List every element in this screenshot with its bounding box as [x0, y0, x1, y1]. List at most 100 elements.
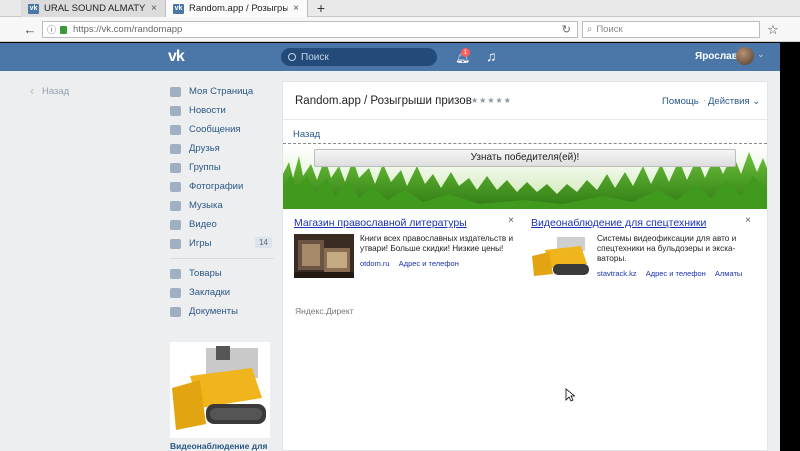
browser-search-input[interactable]: ⌕ Поиск [582, 21, 760, 38]
actions-label: Действия [708, 96, 750, 107]
nav-label: Музыка [189, 200, 223, 211]
nav-label: Документы [189, 306, 238, 317]
nav-item-photos[interactable]: Фотографии [170, 177, 274, 196]
vk-search-input[interactable]: Поиск [281, 48, 437, 66]
nav-label: Группы [189, 162, 221, 173]
nav-label: Сообщения [189, 124, 241, 135]
browser-tab-bar: vk URAL SOUND ALMATY × vk Random.app / Р… [0, 0, 800, 17]
messages-icon [170, 124, 181, 135]
nav-item-goods[interactable]: Товары [170, 264, 274, 283]
browser-tab-ural[interactable]: vk URAL SOUND ALMATY × [21, 0, 166, 17]
search-icon [288, 53, 296, 61]
help-link[interactable]: Помощь [662, 96, 699, 107]
user-name[interactable]: Ярослав [695, 51, 738, 62]
ad-links: otdom.ru Адрес и телефон [360, 259, 466, 268]
ad-domain-link[interactable]: stavtrack.kz [597, 269, 637, 278]
ad-address-link[interactable]: Адрес и телефон [646, 269, 706, 278]
vk-header: vk Поиск 🔔︎ 1 ♫ Ярослав ⌄ [0, 43, 780, 71]
nav-item-news[interactable]: Новости [170, 101, 274, 120]
mouse-cursor-icon [565, 388, 575, 402]
rating-stars: ★★★★★ [471, 96, 512, 105]
groups-icon [170, 162, 181, 173]
lock-icon [60, 25, 68, 34]
nav-item-music[interactable]: Музыка [170, 196, 274, 215]
actions-dropdown[interactable]: Действия ⌄ [708, 96, 760, 107]
nav-item-groups[interactable]: Группы [170, 158, 274, 177]
ad-links: stavtrack.kz Адрес и телефон Алматы [597, 269, 749, 278]
avatar[interactable] [736, 47, 754, 65]
ad-books-image[interactable] [294, 234, 354, 278]
games-count-badge: 14 [255, 237, 272, 248]
sidebar-ad-caption[interactable]: Видеонаблюдение для [170, 442, 270, 451]
app-back-link[interactable]: Назад [293, 129, 320, 140]
scrollbar-area [780, 43, 800, 451]
close-icon[interactable]: × [508, 215, 514, 226]
nav-divider [170, 258, 274, 259]
browser-tab-randomapp[interactable]: vk Random.app / Розыгрыши пр × [166, 0, 308, 17]
bulldozer-image [531, 234, 591, 278]
notification-badge: 1 [461, 48, 470, 57]
ad-domain-link[interactable]: otdom.ru [360, 259, 390, 268]
close-icon[interactable]: × [745, 215, 751, 226]
address-bar[interactable]: ⓘ https://vk.com/randomapp ↻ [42, 21, 578, 38]
nav-item-video[interactable]: Видео [170, 215, 274, 234]
sidebar-ad-image[interactable] [170, 342, 270, 438]
ad-title-link[interactable]: Магазин православной литературы [294, 217, 467, 229]
ad-text: Книги всех православных издательств и ут… [360, 234, 514, 253]
nav-label: Игры [189, 238, 212, 249]
nav-item-messages[interactable]: Сообщения [170, 120, 274, 139]
nav-item-documents[interactable]: Документы [170, 302, 274, 321]
new-tab-button[interactable]: + [314, 0, 328, 17]
nav-item-games[interactable]: Игры 14 [170, 234, 274, 253]
ad-bulldozer-image[interactable] [531, 234, 591, 278]
bag-icon [170, 268, 181, 279]
doc-icon [170, 306, 181, 317]
music-icon [170, 200, 181, 211]
nav-item-bookmarks[interactable]: Закладки [170, 283, 274, 302]
url-text: https://vk.com/randomapp [73, 24, 183, 35]
ad-card: Видеонаблюдение для спецтехники × Систем… [525, 213, 755, 301]
chevron-left-icon: ‹ [30, 84, 34, 98]
music-note-icon[interactable]: ♫ [486, 48, 497, 64]
page-title: Random.app / Розыгрыши призов [295, 95, 472, 107]
vk-favicon-icon: vk [28, 3, 39, 14]
app-header: Random.app / Розыгрыши призов ★★★★★ Помо… [283, 82, 767, 120]
find-winner-button[interactable]: Узнать победителя(ей)! [314, 149, 736, 167]
vk-favicon-icon: vk [173, 3, 184, 14]
nav-label: Видео [189, 219, 217, 230]
close-tab-icon[interactable]: × [293, 3, 299, 14]
home-icon [170, 86, 181, 97]
vk-logo-icon[interactable]: vk [168, 48, 194, 66]
star-icon [170, 287, 181, 298]
ad-address-link[interactable]: Адрес и телефон [399, 259, 459, 268]
nav-label: Товары [189, 268, 222, 279]
separator-dot: · [703, 95, 706, 105]
bookmark-star-icon[interactable]: ☆ [765, 17, 781, 42]
nav-label: Новости [189, 105, 226, 116]
browser-nav-bar: ← ⓘ https://vk.com/randomapp ↻ ⌕ Поиск ☆ [0, 17, 800, 42]
app-panel: Random.app / Розыгрыши призов ★★★★★ Помо… [282, 81, 768, 451]
info-icon[interactable]: ⓘ [47, 23, 56, 36]
news-icon [170, 105, 181, 116]
nav-item-my-page[interactable]: Моя Страница [170, 82, 274, 101]
bulldozer-image [170, 342, 270, 438]
reload-icon[interactable]: ↻ [562, 23, 571, 36]
tab-title: URAL SOUND ALMATY [44, 3, 146, 14]
left-nav: Моя Страница Новости Сообщения Друзья Гр… [170, 82, 274, 321]
nav-label: Моя Страница [189, 86, 254, 97]
app-iframe: Назад Узнать победителя(ей)! [283, 121, 767, 209]
chevron-down-icon[interactable]: ⌄ [757, 49, 765, 60]
close-tab-icon[interactable]: × [151, 3, 157, 14]
ad-city-link[interactable]: Алматы [715, 269, 742, 278]
yandex-ads-block: Магазин православной литературы × Книги … [288, 213, 762, 301]
back-link[interactable]: ‹ Назад [30, 84, 69, 98]
ad-text: Системы видеофиксации для авто и спецтех… [597, 234, 737, 263]
browser-back-icon[interactable]: ← [22, 17, 38, 42]
tab-title: Random.app / Розыгрыши пр [189, 3, 288, 14]
friends-icon [170, 143, 181, 154]
nav-item-friends[interactable]: Друзья [170, 139, 274, 158]
ad-title-link[interactable]: Видеонаблюдение для спецтехники [531, 217, 706, 229]
yandex-direct-label[interactable]: Яндекс.Директ [295, 306, 354, 316]
games-icon [170, 238, 181, 249]
ad-card: Магазин православной литературы × Книги … [288, 213, 518, 301]
